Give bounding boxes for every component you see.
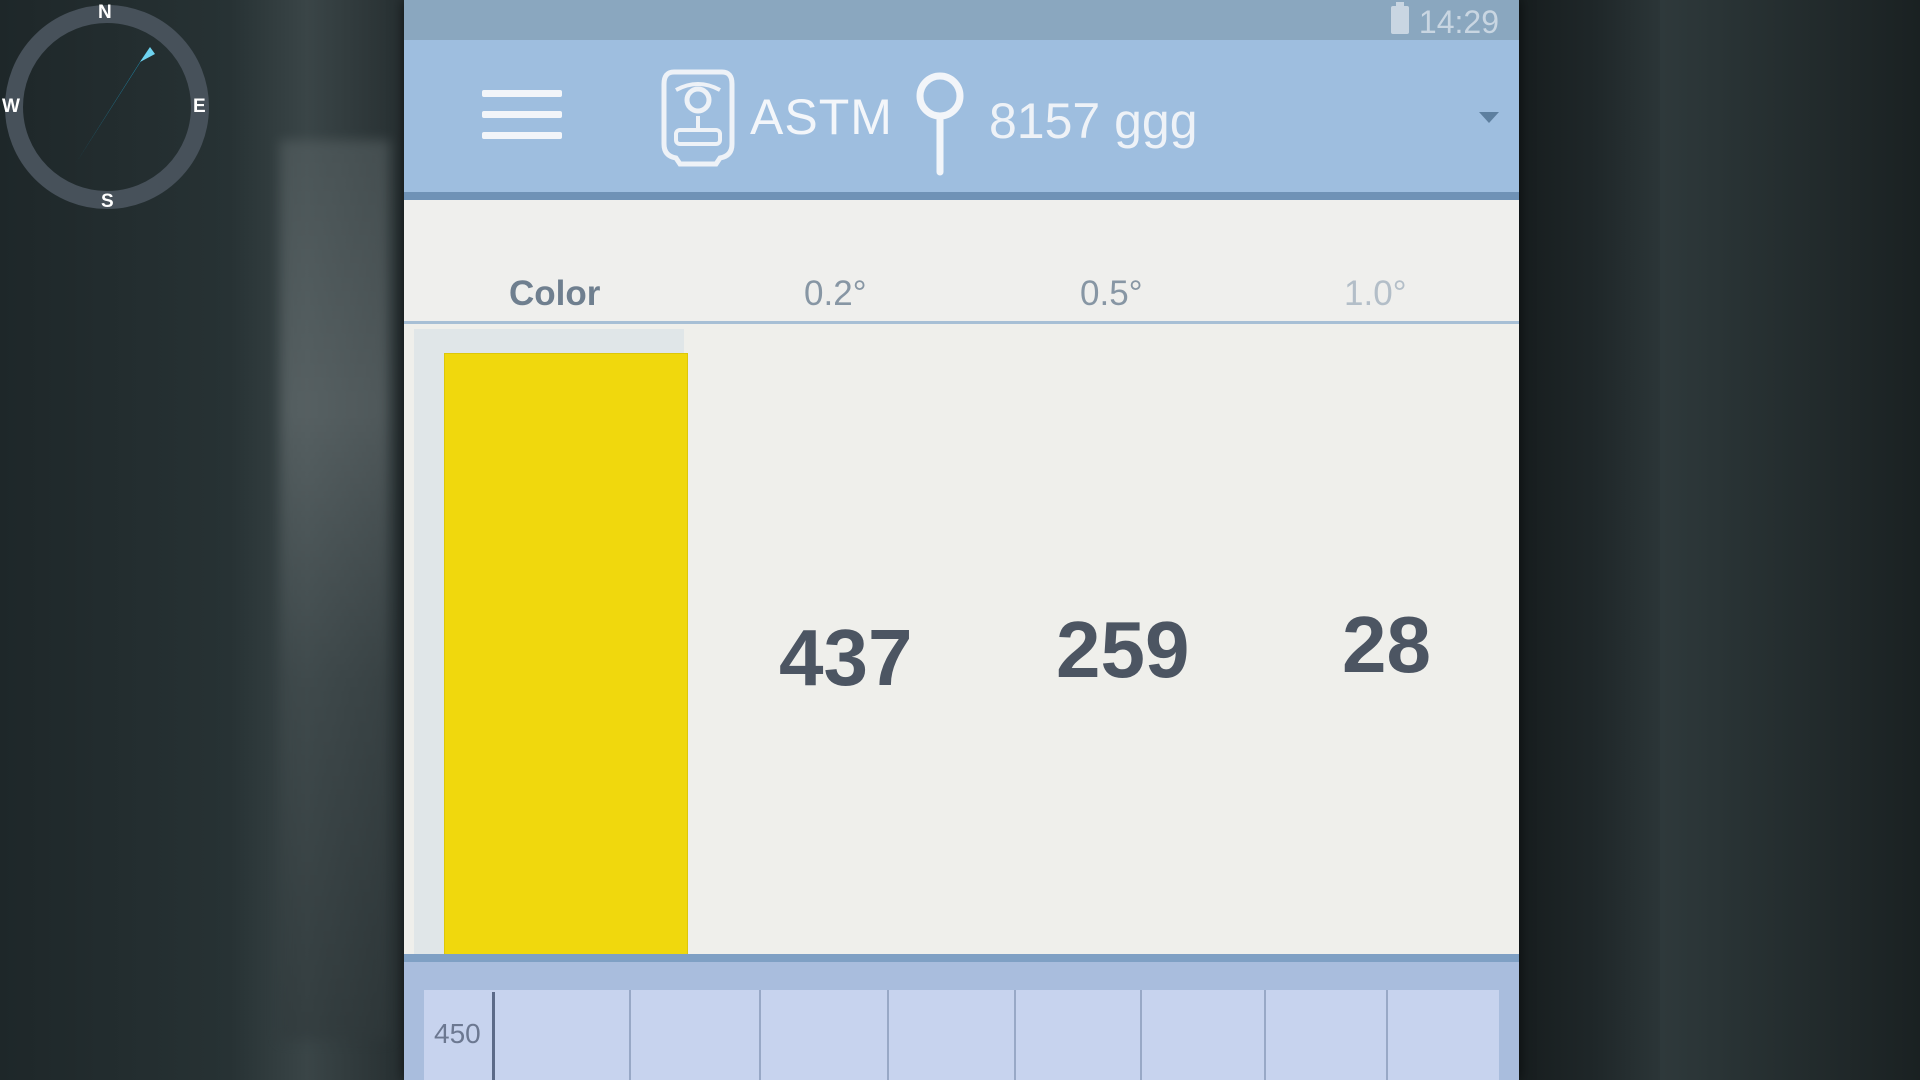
color-swatch <box>444 353 688 983</box>
app-bar: ASTM 8157 ggg <box>404 40 1519 200</box>
graph-gridline <box>629 990 631 1080</box>
compass-north: N <box>98 2 112 23</box>
graph-y-axis <box>492 992 495 1080</box>
graph-gridline <box>1264 990 1266 1080</box>
column-header-0-5: 0.5° <box>1080 274 1143 313</box>
graph-gridline <box>1140 990 1142 1080</box>
graph-gridline <box>1014 990 1016 1080</box>
compass-west: W <box>2 96 20 117</box>
status-bar: 14:29 <box>404 0 1519 40</box>
graph-y-axis-label: 450 <box>434 1018 481 1049</box>
color-swatch-frame <box>414 329 688 999</box>
compass: N S E W <box>0 0 215 215</box>
column-header-1-0: 1.0° <box>1344 274 1407 313</box>
compass-icon <box>5 5 209 209</box>
device-bezel <box>1500 0 1660 1080</box>
device-screen: 14:29 ASTM 8157 ggg Color 0.2° 0.5° 1.0°… <box>404 0 1519 1080</box>
hamburger-menu-icon[interactable] <box>482 90 562 146</box>
location-name[interactable]: 8157 ggg <box>989 92 1198 150</box>
compass-east: E <box>193 96 206 117</box>
compass-south: S <box>101 191 114 212</box>
location-pin-icon <box>916 72 964 176</box>
status-time: 14:29 <box>1418 4 1499 40</box>
battery-icon <box>1391 2 1409 34</box>
value-0-5: 259 <box>1056 605 1190 694</box>
graph-gridline <box>759 990 761 1080</box>
graph-gridline <box>1386 990 1388 1080</box>
value-1-0: 28 <box>1342 600 1431 689</box>
column-header-0-2: 0.2° <box>804 274 867 313</box>
table-header: Color 0.2° 0.5° 1.0° <box>404 200 1519 324</box>
photo-background: N S E W 14:29 ASTM 8157 ggg Color 0.2° 0… <box>0 0 1920 1080</box>
background-glow <box>280 140 390 1040</box>
measurement-row: 437 259 28 <box>404 324 1519 999</box>
mode-label[interactable]: ASTM <box>750 88 893 146</box>
graph-gridline <box>887 990 889 1080</box>
value-0-2: 437 <box>779 613 913 702</box>
device-icon[interactable] <box>660 66 736 170</box>
graph-panel: 450 <box>404 954 1519 1080</box>
dropdown-arrow-icon[interactable] <box>1479 112 1499 123</box>
graph-area <box>424 990 1499 1080</box>
column-header-color: Color <box>509 274 601 313</box>
